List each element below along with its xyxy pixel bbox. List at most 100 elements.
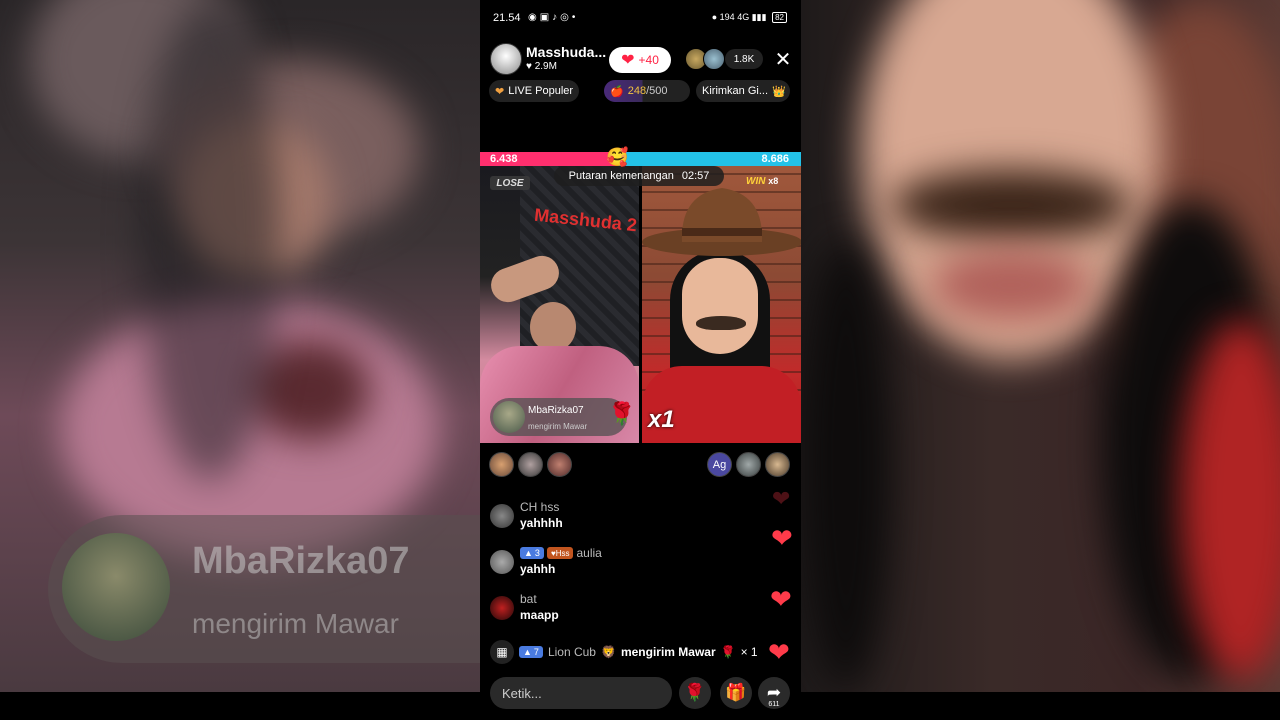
win-badge: WIN x8 — [746, 176, 778, 187]
rose-gift-button[interactable]: 🌹 — [679, 677, 711, 709]
gift-goal-icon: 🍎 — [610, 85, 624, 98]
battle-multiplier: x1 — [648, 406, 675, 433]
calendar-icon[interactable]: ▦ — [490, 640, 514, 664]
battle-emoji-icon: 🥰 — [606, 147, 629, 167]
blurred-gift-name: MbaRizka07 — [192, 540, 410, 582]
level-badge: ▲ 3 — [520, 547, 544, 559]
top-viewers[interactable] — [685, 48, 725, 70]
gift-box-icon: 🎁 — [725, 683, 747, 702]
share-arrow-icon: ➦ — [766, 683, 782, 702]
gift-button[interactable]: 🎁 — [720, 677, 752, 709]
share-button[interactable]: ➦ 611 — [758, 677, 790, 709]
win-multiplier: x8 — [768, 176, 779, 186]
chat-text: yahhh — [520, 562, 556, 576]
host-profile[interactable]: Masshuda... ♥ 2.9M — [490, 43, 606, 75]
fan-badge-label: Hss — [555, 548, 570, 558]
status-time: 21.54 — [493, 12, 521, 24]
viewer-avatar[interactable] — [703, 48, 725, 70]
signal-type: 4G — [737, 12, 750, 22]
send-gift-pill[interactable]: Kirimkan Gi... 👑 — [696, 80, 790, 102]
live-popular-pill[interactable]: ❤ LIVE Populer — [489, 80, 579, 102]
rose-icon: 🌹 — [608, 401, 636, 426]
timer-value: 02:57 — [681, 170, 710, 182]
notification-icons: ◉▣♪◎• — [528, 12, 579, 23]
supporter-avatar[interactable] — [518, 452, 543, 477]
level-icon: ▲ — [523, 647, 532, 657]
host-head — [530, 302, 576, 352]
host-name: Masshuda... — [526, 44, 607, 60]
gift-notification[interactable]: MbaRizka07 mengirim Mawar 🌹 — [490, 398, 635, 436]
gift-sender-name: MbaRizka07 — [528, 405, 584, 416]
viewer-count[interactable]: 1.8K — [725, 49, 763, 69]
floating-heart-icon: ❤ — [771, 523, 793, 553]
blurred-background-right — [801, 0, 1280, 692]
gift-goal-pill[interactable]: 🍎 248/500 — [604, 80, 690, 102]
blurred-gift-avatar — [62, 533, 170, 641]
close-icon[interactable]: ✕ — [773, 47, 793, 72]
supporter-avatar[interactable]: Ag — [707, 452, 732, 477]
cowboy-hat-filter — [642, 188, 801, 256]
supporter-avatar[interactable] — [736, 452, 761, 477]
crown-icon: 👑 — [772, 85, 786, 98]
chat-avatar[interactable] — [490, 596, 514, 620]
lose-badge: LOSE — [490, 176, 530, 190]
signal-icon: ▮▮▮ — [751, 12, 767, 22]
system-user[interactable]: Lion Cub — [548, 645, 596, 659]
host-likes: ♥ 2.9M — [526, 61, 557, 72]
heart-icon: ♥ — [526, 61, 535, 72]
battle-video-right[interactable] — [642, 166, 801, 443]
send-gift-label: Kirimkan Gi... — [702, 85, 769, 97]
chat-avatar[interactable] — [490, 504, 514, 528]
gift-sender-avatar[interactable] — [493, 401, 525, 433]
comment-input-box[interactable] — [490, 677, 672, 709]
floating-heart-icon: ❤ — [772, 486, 791, 511]
comment-input[interactable] — [490, 677, 672, 709]
gift-goal-total: /500 — [646, 85, 668, 97]
supporters-left[interactable] — [489, 452, 572, 477]
floating-heart-icon: ❤ — [770, 584, 792, 614]
round-label: Putaran kemenangan — [568, 170, 674, 182]
chat-user-line[interactable]: ▲ 3 ♥ Hss aulia — [520, 546, 602, 560]
chat-text: maapp — [520, 608, 559, 622]
lion-icon: 🦁 — [600, 645, 616, 659]
win-label: WIN — [746, 176, 766, 187]
gift-goal-value: 248 — [627, 85, 647, 97]
battery-icon: 82 — [772, 12, 787, 23]
like-button-label: +40 — [638, 53, 659, 67]
system-count: × 1 — [740, 645, 758, 659]
supporter-avatar[interactable] — [765, 452, 790, 477]
fan-badge: ♥ Hss — [546, 547, 574, 559]
chat-username[interactable]: bat — [520, 592, 537, 606]
mustache-filter — [696, 316, 746, 330]
battle-timer: Putaran kemenangan 02:57 — [554, 166, 724, 186]
level-value: 7 — [533, 647, 539, 657]
supporter-avatar[interactable] — [489, 452, 514, 477]
host-avatar[interactable] — [490, 43, 522, 75]
rose-icon: 🌹 — [684, 683, 706, 702]
score-right: 8.686 — [761, 153, 789, 165]
water-drop-icon: ● — [711, 12, 718, 22]
supporter-avatar[interactable] — [547, 452, 572, 477]
live-stream-view: 21.54 ◉▣♪◎• ● 194 4G ▮▮▮ 82 Masshuda... … — [480, 0, 801, 720]
host-likes-value: 2.9M — [534, 61, 557, 72]
heart-icon: ❤ — [621, 52, 635, 69]
stage: MbaRizka07 mengirim Mawar 21.54 ◉▣♪◎• ● … — [0, 0, 1280, 720]
gift-system-message: ▦ ▲ 7 Lion Cub 🦁 mengirim Mawar 🌹 × 1 — [490, 640, 790, 664]
status-bar: 21.54 ◉▣♪◎• ● 194 4G ▮▮▮ 82 — [480, 0, 801, 34]
chat-username[interactable]: CH hss — [520, 500, 559, 514]
chat-avatar[interactable] — [490, 550, 514, 574]
guest-face — [682, 258, 758, 354]
system-action: mengirim Mawar — [620, 645, 716, 659]
like-button[interactable]: ❤ +40 — [609, 47, 671, 73]
supporters-right[interactable]: Ag — [707, 452, 790, 477]
live-popular-label: LIVE Populer — [508, 85, 574, 97]
rose-icon: 🌹 — [720, 645, 736, 659]
chat-text: yahhhh — [520, 516, 563, 530]
share-count: 611 — [768, 701, 780, 708]
level-value: 3 — [534, 548, 540, 558]
status-right: ● 194 4G ▮▮▮ 82 — [712, 12, 787, 23]
chat-username[interactable]: aulia — [576, 546, 601, 560]
blurred-gift-action: mengirim Mawar — [192, 608, 399, 639]
score-left: 6.438 — [490, 153, 518, 165]
level-icon: ▲ — [524, 548, 533, 558]
